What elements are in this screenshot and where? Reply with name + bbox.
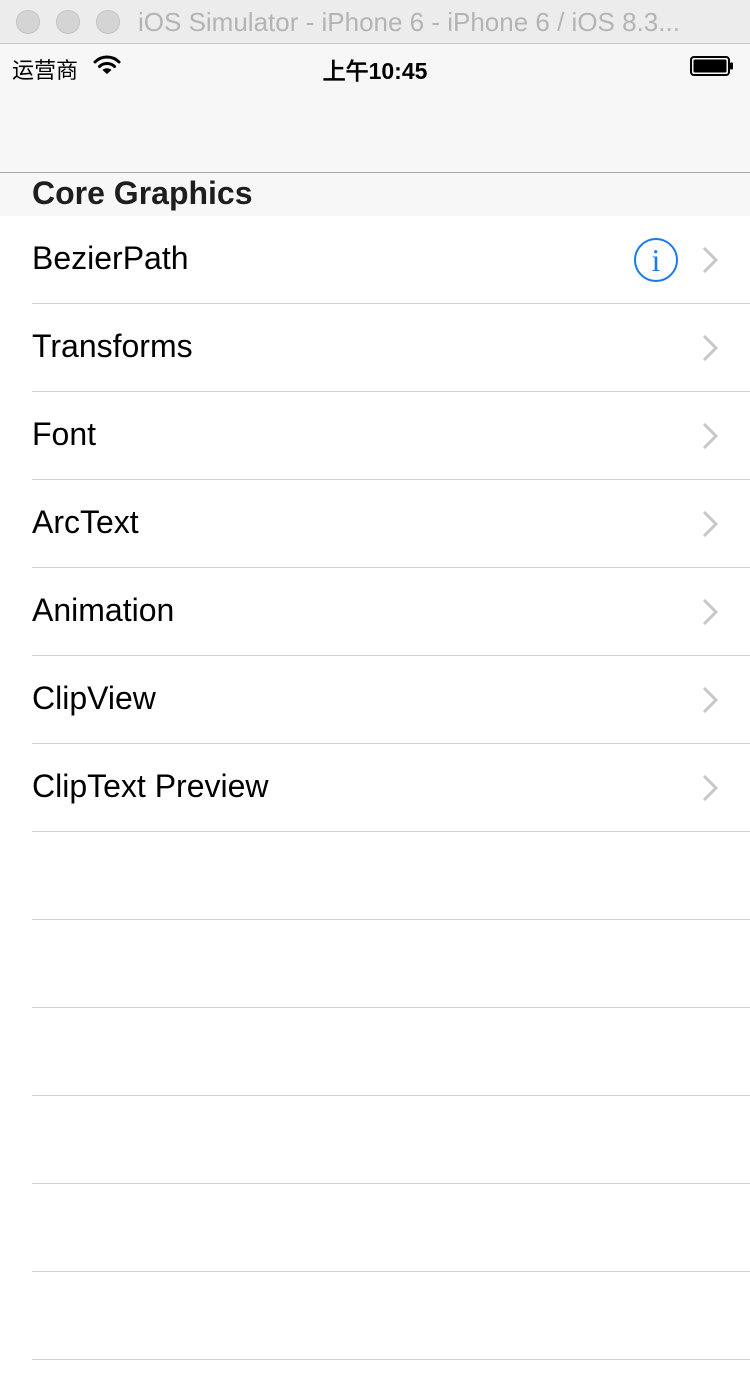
window-titlebar: iOS Simulator - iPhone 6 - iPhone 6 / iO… bbox=[0, 0, 750, 44]
row-label: ClipView bbox=[32, 680, 156, 716]
row-label: ClipText Preview bbox=[32, 768, 269, 804]
row-label: Transforms bbox=[32, 328, 193, 364]
table-row-animation[interactable]: Animation bbox=[32, 568, 750, 656]
empty-table-row bbox=[32, 1096, 750, 1184]
chevron-right-icon bbox=[702, 686, 718, 714]
chevron-right-icon bbox=[702, 774, 718, 802]
table-row-arctext[interactable]: ArcText bbox=[32, 480, 750, 568]
zoom-window-button[interactable] bbox=[96, 10, 120, 34]
minimize-window-button[interactable] bbox=[56, 10, 80, 34]
empty-table-row bbox=[32, 1272, 750, 1360]
table-row-transforms[interactable]: Transforms bbox=[32, 304, 750, 392]
info-icon[interactable]: i bbox=[634, 238, 678, 282]
section-title: Core Graphics bbox=[32, 175, 253, 211]
close-window-button[interactable] bbox=[16, 10, 40, 34]
row-label: ArcText bbox=[32, 504, 139, 540]
chevron-right-icon bbox=[702, 422, 718, 450]
row-label: BezierPath bbox=[32, 240, 189, 276]
chevron-right-icon bbox=[702, 334, 718, 362]
table-view[interactable]: BezierPath i Transforms Font ArcText Ani… bbox=[0, 216, 750, 1360]
row-label: Animation bbox=[32, 592, 175, 628]
chevron-right-icon bbox=[702, 246, 718, 274]
chevron-right-icon bbox=[702, 598, 718, 626]
chevron-right-icon bbox=[702, 510, 718, 538]
empty-table-row bbox=[32, 1008, 750, 1096]
empty-table-row bbox=[32, 832, 750, 920]
navigation-bar: 运营商 上午10:45 bbox=[0, 44, 750, 173]
window-title: iOS Simulator - iPhone 6 - iPhone 6 / iO… bbox=[138, 7, 680, 37]
empty-table-row bbox=[32, 1184, 750, 1272]
table-row-clipview[interactable]: ClipView bbox=[32, 656, 750, 744]
section-header: Core Graphics bbox=[0, 173, 750, 216]
battery-icon bbox=[690, 56, 733, 76]
table-row-bezierpath[interactable]: BezierPath i bbox=[32, 216, 750, 304]
table-row-cliptext-preview[interactable]: ClipText Preview bbox=[32, 744, 750, 832]
empty-table-row bbox=[32, 920, 750, 1008]
table-row-font[interactable]: Font bbox=[32, 392, 750, 480]
status-time: 上午10:45 bbox=[322, 58, 428, 84]
row-label: Font bbox=[32, 416, 97, 452]
